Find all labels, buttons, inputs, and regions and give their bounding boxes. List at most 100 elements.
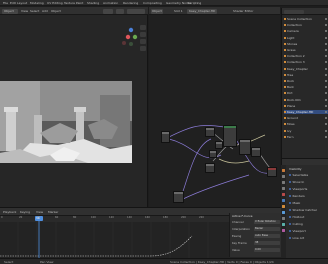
outliner-row[interactable]: Moss [284, 122, 328, 126]
checkbox[interactable] [289, 174, 291, 176]
visibility-eye-icon[interactable] [325, 104, 327, 107]
outliner[interactable]: Scene Collection Collection Camera Light Sto… [281, 8, 328, 158]
object-menu[interactable]: Object [51, 9, 61, 13]
visibility-eye-icon[interactable] [325, 18, 327, 20]
property-checkbox-row[interactable]: Renders [289, 194, 328, 198]
visibility-eye-icon[interactable] [325, 86, 327, 89]
workspace-compositing[interactable]: Compositing [143, 1, 162, 5]
object-tab-icon[interactable] [282, 205, 285, 208]
checkbox[interactable] [289, 223, 291, 225]
mapping-node[interactable] [205, 127, 215, 137]
fcurve-field-value[interactable]: Auto Ease [254, 234, 280, 238]
fcurve-field-value[interactable]: Bezier [254, 227, 280, 231]
checkbox[interactable] [289, 181, 291, 183]
overlay-toggle[interactable] [116, 8, 124, 14]
visibility-eye-icon[interactable] [325, 42, 327, 45]
property-checkbox-row[interactable]: Culling [289, 222, 328, 226]
outliner-row[interactable]: Bark [284, 85, 328, 89]
workspace-texture-paint[interactable]: Texture Paint [64, 1, 83, 5]
property-checkbox-row[interactable]: Selectable [289, 173, 328, 177]
visibility-eye-icon[interactable] [325, 24, 327, 27]
outliner-search-input[interactable] [284, 10, 304, 14]
property-checkbox-row[interactable]: Viewports [289, 187, 328, 191]
visibility-eye-icon[interactable] [325, 135, 327, 138]
color-ramp-node[interactable] [209, 150, 217, 158]
property-checkbox-row[interactable]: Mask [289, 201, 328, 205]
workspace-rendering[interactable]: Rendering [123, 1, 138, 5]
material-tab-icon[interactable] [282, 229, 285, 232]
outliner-row[interactable]: Kaey_Chapter-HD [284, 110, 328, 114]
visibility-eye-icon[interactable] [325, 111, 327, 113]
material-output-node[interactable] [267, 167, 277, 177]
scene-tab-icon[interactable] [282, 193, 285, 196]
view-layer-tab-icon[interactable] [282, 187, 285, 190]
workspace-modeling[interactable]: Modeling [30, 1, 44, 5]
viewport-shading-group[interactable] [127, 8, 145, 14]
view-menu[interactable]: View [21, 9, 28, 13]
noise-texture-node[interactable] [173, 191, 184, 203]
outliner-row[interactable]: Light [284, 36, 328, 40]
visibility-eye-icon[interactable] [325, 73, 327, 76]
select-menu[interactable]: Select [30, 9, 39, 13]
checkbox[interactable] [289, 230, 291, 232]
visibility-eye-icon[interactable] [325, 123, 327, 126]
image-texture-node[interactable] [215, 141, 223, 149]
workspace-animation[interactable]: Animation [103, 1, 118, 5]
visibility-eye-icon[interactable] [325, 129, 327, 132]
mix-shader-node[interactable] [239, 139, 251, 155]
properties-section-title[interactable]: Visibility [289, 167, 302, 171]
checkbox[interactable] [289, 188, 291, 190]
outliner-row[interactable]: Ground [284, 116, 328, 120]
property-checkbox-row[interactable]: Shadow Catcher [289, 208, 328, 212]
checkbox[interactable] [289, 209, 291, 211]
property-checkbox-row[interactable]: Line Art [289, 236, 328, 240]
visibility-eye-icon[interactable] [325, 98, 327, 101]
visibility-eye-icon[interactable] [325, 49, 327, 51]
visibility-eye-icon[interactable] [325, 61, 327, 64]
workspace-layout[interactable]: Layout [17, 1, 27, 5]
render-tab-icon[interactable] [282, 175, 285, 178]
bump-node[interactable] [251, 147, 261, 157]
checkbox[interactable] [289, 195, 291, 197]
checkbox[interactable] [289, 216, 291, 218]
fcurve-field-value[interactable]: 38 [254, 241, 280, 245]
outliner-row[interactable]: Tree [284, 73, 328, 77]
outliner-row[interactable]: Grass [284, 48, 328, 52]
outliner-row[interactable]: Kaey_Chapter [284, 67, 328, 71]
physics-tab-icon[interactable] [282, 223, 285, 226]
visibility-eye-icon[interactable] [325, 67, 327, 70]
fcurve-field-value[interactable]: 0.00 [254, 248, 280, 252]
curve-area[interactable] [0, 216, 229, 259]
outliner-row[interactable]: Collection 3 [284, 60, 328, 64]
visibility-eye-icon[interactable] [325, 55, 327, 58]
outliner-row[interactable]: Dirt [284, 91, 328, 95]
menu-edit[interactable]: Edit [10, 1, 16, 5]
outliner-row[interactable]: Fern [284, 135, 328, 139]
checkbox[interactable] [289, 202, 291, 204]
output-tab-icon[interactable] [282, 181, 285, 184]
3d-viewport[interactable] [0, 15, 148, 207]
outliner-row[interactable]: Ivy [284, 129, 328, 133]
keying-menu[interactable]: Keying [20, 210, 30, 214]
fcurve-field-value[interactable]: X Euler Rotation [254, 220, 280, 224]
shading-toggle[interactable] [103, 8, 113, 14]
visibility-eye-icon[interactable] [325, 30, 327, 33]
outliner-row[interactable]: Rock.001 [284, 98, 328, 102]
marker-menu[interactable]: Marker [48, 210, 58, 214]
outliner-row[interactable]: Plane [284, 104, 328, 108]
slot-dropdown[interactable]: Slot 1 [174, 9, 183, 13]
workspace-uv-editing[interactable]: UV Editing [47, 1, 63, 5]
visibility-eye-icon[interactable] [325, 36, 327, 39]
modifier-tab-icon[interactable] [282, 211, 285, 214]
principled-bsdf-node[interactable] [223, 125, 237, 147]
menu-file[interactable]: File [3, 1, 8, 5]
workspace-scripting[interactable]: Scripting [188, 1, 201, 5]
tool-tab-icon[interactable] [282, 169, 285, 172]
properties-editor[interactable]: Visibility Selectable Show In Viewports Ren… [281, 158, 328, 258]
outliner-row[interactable]: Scene Collection [284, 17, 328, 21]
workspace-shading[interactable]: Shading [87, 1, 99, 5]
texture-coordinate-node[interactable] [161, 131, 170, 143]
outliner-row[interactable]: Collection 2 [284, 54, 328, 58]
visibility-eye-icon[interactable] [325, 92, 327, 95]
world-tab-icon[interactable] [282, 199, 285, 202]
